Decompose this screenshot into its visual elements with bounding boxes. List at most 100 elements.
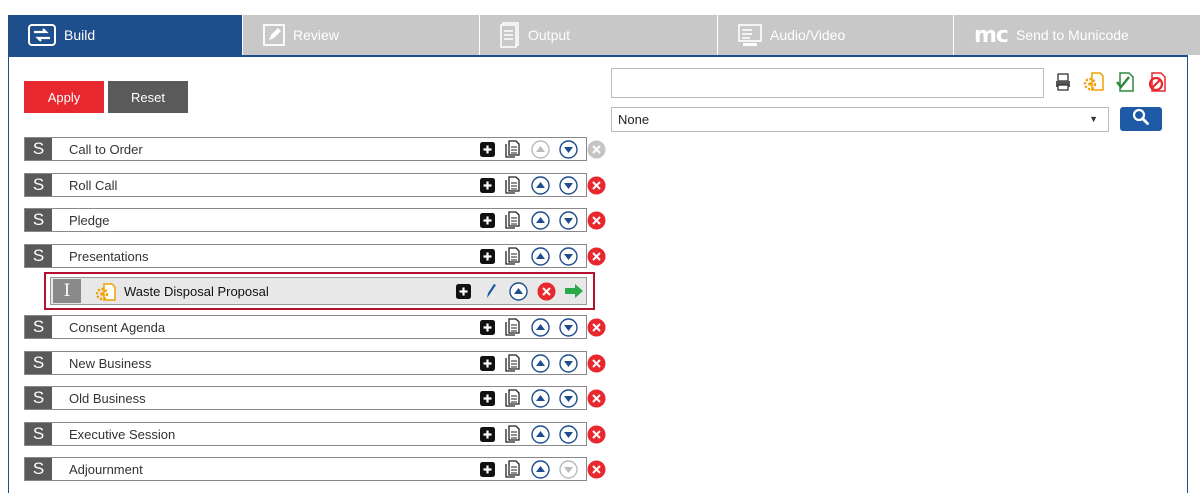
section-badge: S [25, 458, 52, 480]
search-button[interactable] [1120, 107, 1162, 131]
filter-select-value: None [618, 112, 650, 127]
delete-icon[interactable] [536, 281, 556, 301]
section-badge: S [25, 352, 52, 374]
move-up-icon[interactable] [508, 281, 528, 301]
copy-document-icon[interactable] [502, 459, 522, 479]
section-badge: S [25, 387, 52, 409]
tab-send-to-municode[interactable]: mc Send to Municode [954, 15, 1200, 55]
tab-build[interactable]: Build [8, 15, 243, 55]
delete-icon[interactable] [586, 353, 606, 373]
add-icon[interactable] [453, 281, 473, 301]
move-up-icon[interactable] [530, 210, 550, 230]
magnifier-icon [1132, 108, 1150, 131]
tab-audio-video-label: Audio/Video [770, 27, 846, 43]
edit-pencil-icon[interactable] [480, 281, 500, 301]
move-up-icon[interactable] [530, 424, 550, 444]
agenda-section-row[interactable]: S Old Business [24, 386, 605, 410]
build-swap-icon [28, 24, 56, 46]
copy-document-icon[interactable] [502, 424, 522, 444]
tab-build-label: Build [64, 27, 96, 43]
agenda-section-row[interactable]: S Pledge [24, 208, 605, 232]
delete-icon[interactable] [586, 175, 606, 195]
search-input[interactable] [611, 68, 1044, 98]
add-icon[interactable] [477, 459, 497, 479]
copy-document-icon[interactable] [502, 353, 522, 373]
agenda-item-label: Waste Disposal Proposal [124, 283, 269, 299]
top-strip [0, 0, 1200, 15]
section-badge: S [25, 138, 52, 160]
agenda-section-row[interactable]: S Executive Session [24, 422, 605, 446]
print-icon[interactable] [1052, 70, 1074, 94]
tab-output-label: Output [528, 27, 571, 43]
add-icon[interactable] [477, 388, 497, 408]
agenda-section-row[interactable]: S Presentations [24, 244, 605, 268]
gear-document-settings-icon[interactable] [1083, 70, 1105, 94]
section-badge: S [25, 174, 52, 196]
copy-document-icon[interactable] [502, 317, 522, 337]
move-down-icon[interactable] [558, 459, 578, 479]
move-up-icon[interactable] [530, 139, 550, 159]
delete-icon[interactable] [586, 424, 606, 444]
move-down-icon[interactable] [558, 210, 578, 230]
add-icon[interactable] [477, 210, 497, 230]
move-up-icon[interactable] [530, 388, 550, 408]
document-stack-icon [500, 22, 520, 48]
agenda-section-row[interactable]: S Call to Order [24, 137, 605, 161]
move-up-icon[interactable] [530, 353, 550, 373]
section-badge: S [25, 316, 52, 338]
move-down-icon[interactable] [558, 139, 578, 159]
tab-review-label: Review [293, 27, 339, 43]
apply-button[interactable]: Apply [24, 81, 104, 113]
delete-icon[interactable] [586, 459, 606, 479]
add-icon[interactable] [477, 424, 497, 444]
add-icon[interactable] [477, 246, 497, 266]
move-up-icon[interactable] [530, 317, 550, 337]
agenda-item-row[interactable]: I Waste Disposal Proposal [50, 277, 587, 305]
delete-icon[interactable] [586, 246, 606, 266]
chevron-down-icon: ▼ [1089, 114, 1098, 124]
tab-audio-video[interactable]: Audio/Video [718, 15, 954, 55]
agenda-section-row[interactable]: S Adjournment [24, 457, 605, 481]
cancel-document-icon[interactable] [1146, 70, 1168, 94]
agenda-section-row[interactable]: S New Business [24, 351, 605, 375]
move-arrow-right-icon[interactable] [564, 281, 584, 301]
move-down-icon[interactable] [558, 424, 578, 444]
agenda-section-row[interactable]: S Consent Agenda [24, 315, 605, 339]
copy-document-icon[interactable] [502, 388, 522, 408]
copy-document-icon[interactable] [502, 210, 522, 230]
delete-icon[interactable] [586, 317, 606, 337]
copy-document-icon[interactable] [502, 175, 522, 195]
filter-select[interactable]: None ▼ [611, 107, 1109, 132]
move-down-icon[interactable] [558, 246, 578, 266]
move-up-icon[interactable] [530, 459, 550, 479]
delete-icon[interactable] [586, 388, 606, 408]
tab-send-to-municode-label: Send to Municode [1015, 27, 1129, 43]
agenda-section-row[interactable]: S Roll Call [24, 173, 605, 197]
municode-logo-icon: mc [974, 22, 1009, 48]
move-down-icon[interactable] [558, 388, 578, 408]
copy-document-icon[interactable] [502, 246, 522, 266]
delete-icon[interactable] [586, 210, 606, 230]
copy-document-icon[interactable] [502, 139, 522, 159]
reset-button[interactable]: Reset [108, 81, 188, 113]
section-badge: S [25, 423, 52, 445]
section-badge: S [25, 245, 52, 267]
section-badge: S [25, 209, 52, 231]
move-up-icon[interactable] [530, 175, 550, 195]
add-icon[interactable] [477, 175, 497, 195]
move-up-icon[interactable] [530, 246, 550, 266]
tab-output[interactable]: Output [480, 15, 718, 55]
delete-icon[interactable] [586, 139, 606, 159]
gear-document-icon [95, 282, 117, 307]
export-document-icon[interactable] [1114, 70, 1136, 94]
add-icon[interactable] [477, 317, 497, 337]
move-down-icon[interactable] [558, 317, 578, 337]
item-badge: I [53, 279, 81, 303]
move-down-icon[interactable] [558, 175, 578, 195]
tab-review[interactable]: Review [243, 15, 480, 55]
audio-video-icon [738, 23, 762, 47]
add-icon[interactable] [477, 353, 497, 373]
pencil-icon [263, 24, 285, 46]
add-icon[interactable] [477, 139, 497, 159]
move-down-icon[interactable] [558, 353, 578, 373]
